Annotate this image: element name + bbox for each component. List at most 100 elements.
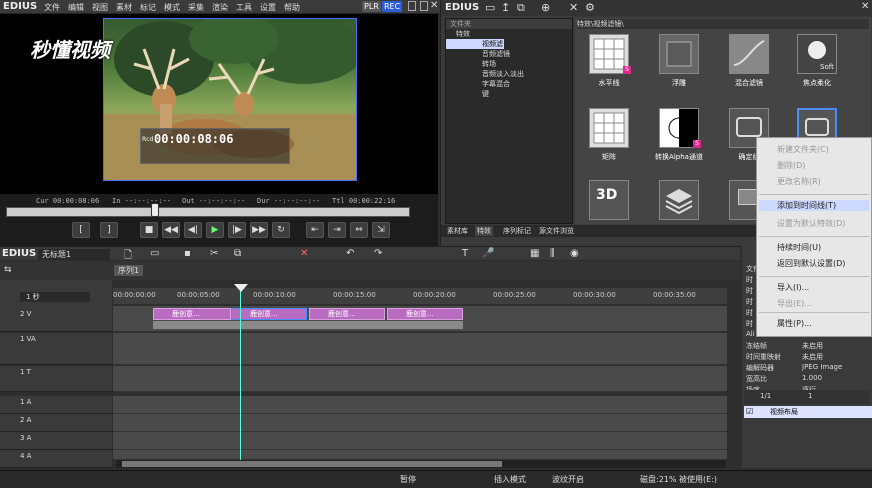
properties-icon[interactable]: ⚙: [585, 1, 595, 14]
timeline-cursor[interactable]: [240, 288, 241, 460]
lane-1t[interactable]: [113, 366, 727, 392]
tree-item-audio-fades[interactable]: 音频淡入淡出: [446, 69, 572, 79]
panel-close-icon[interactable]: ✕: [861, 1, 869, 12]
tree-item-transitions[interactable]: 转场: [446, 59, 572, 69]
cut-icon[interactable]: ✂: [210, 248, 218, 259]
mark-in-button[interactable]: [: [72, 222, 90, 238]
status-insert[interactable]: 插入模式: [494, 474, 526, 485]
menu-file[interactable]: 文件: [44, 2, 60, 13]
tile-matrix[interactable]: [589, 108, 629, 148]
lane-4a[interactable]: [113, 450, 727, 460]
tree-item-effects[interactable]: 特效: [446, 29, 572, 39]
menu-marker[interactable]: 标记: [140, 2, 156, 13]
lane-1a[interactable]: [113, 396, 727, 414]
save-icon[interactable]: ▪: [184, 248, 191, 259]
status-ripple[interactable]: 波纹开启: [552, 474, 584, 485]
menu-view[interactable]: 视图: [92, 2, 108, 13]
delete-clip-icon[interactable]: ✕: [300, 248, 308, 259]
trim-button[interactable]: ⇔: [350, 222, 368, 238]
loop-button[interactable]: ↻: [272, 222, 290, 238]
tree-item-title-mix[interactable]: 字幕混合: [446, 79, 572, 89]
insert-button[interactable]: ⇤: [306, 222, 324, 238]
tree-item-audio-filters[interactable]: 音频滤镜: [446, 49, 572, 59]
menu-settings[interactable]: 设置: [260, 2, 276, 13]
scale-select[interactable]: 1 秒: [20, 292, 90, 302]
tree-item-video-filters[interactable]: 视频滤镜: [446, 39, 504, 58]
track-head-1a[interactable]: 1 A: [0, 396, 112, 414]
tab-effects[interactable]: 特效: [475, 226, 493, 236]
tile-layers[interactable]: [659, 180, 699, 220]
lane-1va[interactable]: [113, 333, 727, 365]
scrub-bar[interactable]: [6, 207, 410, 217]
sequence-name-field[interactable]: 无标题1: [38, 249, 110, 260]
step-back-button[interactable]: ◀|: [184, 222, 202, 238]
output-button[interactable]: ⇲: [372, 222, 390, 238]
context-menu-item[interactable]: 返回到默认设置(D): [777, 258, 845, 269]
track-head-4a[interactable]: 4 A: [0, 450, 112, 468]
close-icon[interactable]: ✕: [430, 0, 438, 11]
track-head-2a[interactable]: 2 A: [0, 414, 112, 432]
clip[interactable]: 鹿创意...: [153, 308, 231, 320]
checkbox-icon[interactable]: ☑: [746, 407, 753, 416]
overwrite-button[interactable]: ⇥: [328, 222, 346, 238]
mixer-icon[interactable]: ⫼: [550, 248, 555, 259]
tab-bin[interactable]: 素材库: [445, 226, 470, 236]
tile-emboss[interactable]: [659, 34, 699, 74]
track-head-1va[interactable]: 1 VA: [0, 333, 112, 365]
mic-icon[interactable]: 🎤: [482, 248, 494, 259]
track-head-1t[interactable]: 1 T: [0, 366, 112, 392]
up-icon[interactable]: ↥: [501, 1, 510, 14]
track-head-3a[interactable]: 3 A: [0, 432, 112, 450]
step-forward-button[interactable]: |▶: [228, 222, 246, 238]
render-icon[interactable]: ◉: [570, 248, 579, 259]
rec-badge[interactable]: REC: [382, 1, 403, 12]
tile-3d[interactable]: 3D: [589, 180, 629, 220]
view-icon[interactable]: ⧉: [517, 1, 525, 15]
fast-forward-button[interactable]: ▶▶: [250, 222, 268, 238]
tile-soft-focus[interactable]: Soft: [797, 34, 837, 74]
scrub-handle[interactable]: [151, 203, 160, 217]
minimize-icon[interactable]: [408, 1, 416, 11]
add-icon[interactable]: ⊕: [541, 1, 550, 14]
menu-help[interactable]: 帮助: [284, 2, 300, 13]
clip[interactable]: 鹿创意...: [387, 308, 463, 320]
rewind-button[interactable]: ◀◀: [162, 222, 180, 238]
menu-edit[interactable]: 编辑: [68, 2, 84, 13]
redo-icon[interactable]: ↷: [374, 248, 382, 259]
lane-2v[interactable]: 鹿创意... 鹿创意... 鹿创意... 鹿创意...: [113, 306, 727, 332]
stop-button[interactable]: ■: [140, 222, 158, 238]
clip[interactable]: 鹿创意...: [309, 308, 385, 320]
context-menu-item[interactable]: 添加到时间线(T): [759, 200, 869, 211]
tab-sequence-markers[interactable]: 序列标记: [501, 226, 533, 236]
context-menu-item[interactable]: 持续时间(U): [777, 242, 821, 253]
menu-tools[interactable]: 工具: [236, 2, 252, 13]
delete-icon[interactable]: ✕: [569, 1, 578, 14]
play-button[interactable]: ▶: [206, 222, 224, 238]
mark-out-button[interactable]: ]: [100, 222, 118, 238]
folder-icon[interactable]: ▭: [485, 1, 495, 14]
clip[interactable]: 鹿创意...: [231, 308, 307, 320]
effect-item[interactable]: ☑ 视频布局: [744, 406, 872, 418]
lane-2a[interactable]: [113, 414, 727, 432]
menu-clip[interactable]: 素材: [116, 2, 132, 13]
maximize-icon[interactable]: [420, 1, 428, 11]
tile-blend[interactable]: [729, 34, 769, 74]
scroll-thumb[interactable]: [122, 461, 502, 467]
context-menu-item[interactable]: 导入(I)...: [777, 282, 809, 293]
tab-sequence[interactable]: 序列1: [114, 265, 144, 276]
menu-capture[interactable]: 采集: [188, 2, 204, 13]
context-menu-item[interactable]: 属性(P)...: [777, 318, 812, 329]
menu-render[interactable]: 渲染: [212, 2, 228, 13]
open-icon[interactable]: ▭: [150, 248, 159, 259]
timeline-scrollbar[interactable]: [116, 460, 726, 468]
timeline-ruler[interactable]: 00:00:00:00 00:00:05:00 00:00:10:00 00:0…: [113, 288, 727, 304]
tree-item-keyers[interactable]: 键: [446, 89, 572, 99]
copy-icon[interactable]: ⧉: [234, 248, 241, 259]
playhead-marker[interactable]: [234, 284, 248, 292]
undo-icon[interactable]: ↶: [346, 248, 354, 259]
lane-3a[interactable]: [113, 432, 727, 450]
title-icon[interactable]: T: [462, 248, 468, 259]
menu-mode[interactable]: 模式: [164, 2, 180, 13]
grid-view-icon[interactable]: ▦: [530, 248, 539, 259]
tab-source-browser[interactable]: 源文件浏览: [537, 226, 576, 236]
